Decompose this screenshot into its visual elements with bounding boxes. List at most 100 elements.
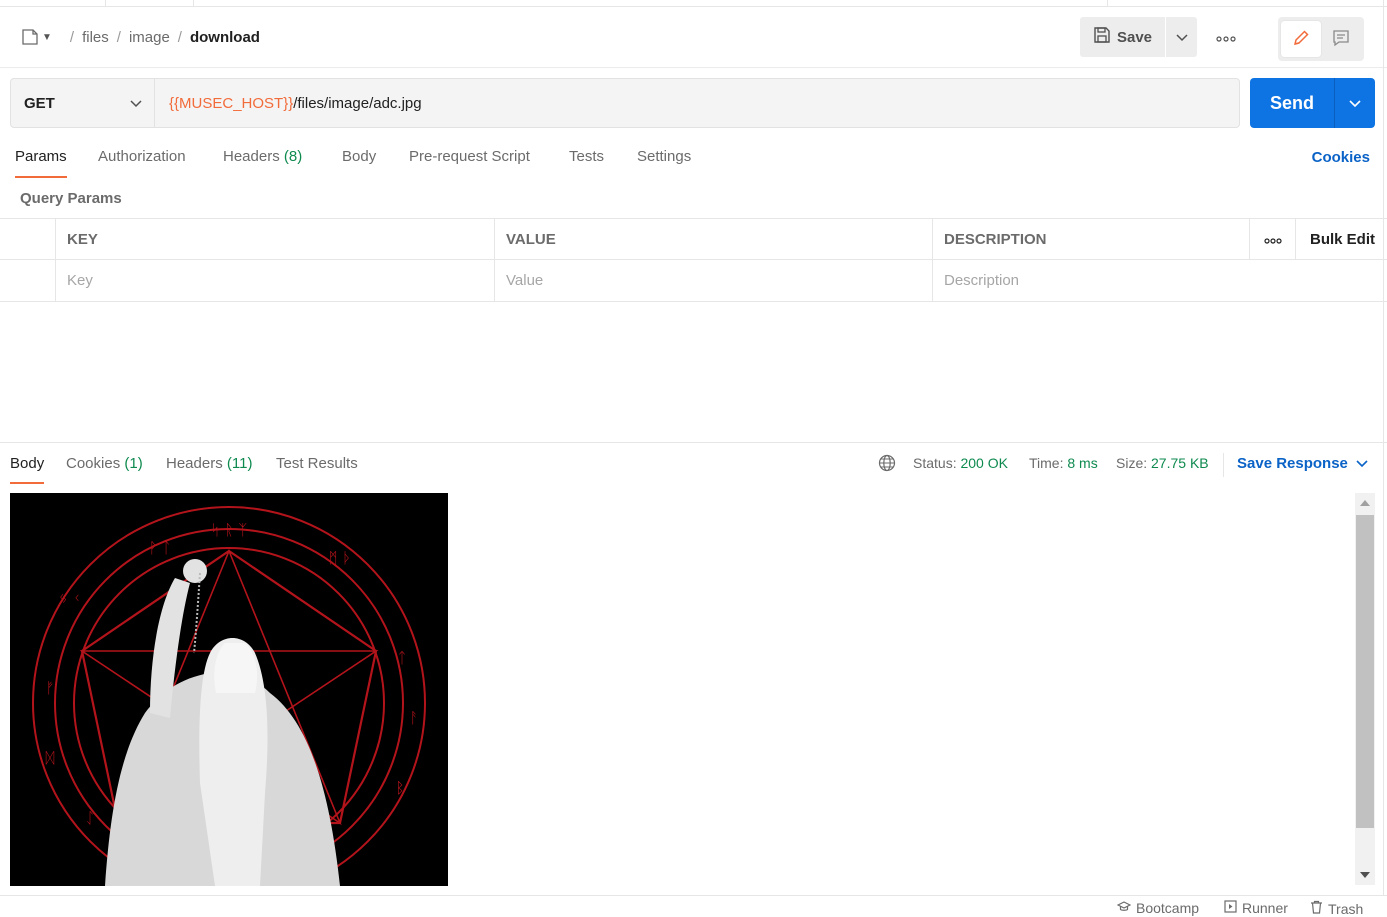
status-value: 200 OK xyxy=(960,455,1008,471)
tab-headers[interactable]: Headers (8) xyxy=(223,148,302,178)
pane-divider xyxy=(1383,0,1384,895)
svg-text:ᛗ ᚦ: ᛗ ᚦ xyxy=(329,549,352,567)
ellipsis-icon xyxy=(1216,29,1236,45)
tab-authorization[interactable]: Authorization xyxy=(98,148,186,178)
key-input[interactable]: Key xyxy=(55,260,494,301)
description-input[interactable]: Description xyxy=(932,260,1383,301)
url-variable: {{MUSEC_HOST}} xyxy=(169,94,294,112)
breadcrumb-separator: / xyxy=(177,28,182,46)
send-options-button[interactable] xyxy=(1334,78,1375,128)
tab-settings[interactable]: Settings xyxy=(637,148,691,178)
size-value: 27.75 KB xyxy=(1151,455,1209,471)
trash-button[interactable]: Trash xyxy=(1310,900,1363,917)
chevron-down-icon xyxy=(130,95,142,112)
url-bar: GET {{MUSEC_HOST}}/files/image/adc.jpg xyxy=(10,78,1240,128)
headers-count: (8) xyxy=(283,148,303,165)
table-row: Key Value Description xyxy=(0,260,1387,302)
cookies-link[interactable]: Cookies xyxy=(1312,149,1370,166)
caret-down-icon[interactable]: ▼ xyxy=(42,32,52,43)
comment-icon xyxy=(1331,28,1351,51)
scrollbar-thumb[interactable] xyxy=(1356,515,1374,828)
column-header-value: VALUE xyxy=(494,219,932,260)
runner-button[interactable]: Runner xyxy=(1224,900,1288,916)
save-group: Save xyxy=(1080,17,1197,57)
save-options-button[interactable] xyxy=(1166,17,1197,57)
svg-text:ᛃ ᚲ: ᛃ ᚲ xyxy=(59,589,82,607)
tab-tests[interactable]: Tests xyxy=(569,148,604,178)
svg-text:ᚠ: ᚠ xyxy=(45,679,54,697)
table-more-button[interactable] xyxy=(1249,219,1295,260)
response-cookies-count: (1) xyxy=(124,455,143,472)
chevron-down-icon xyxy=(1175,29,1188,45)
time-value: 8 ms xyxy=(1067,455,1098,471)
request-icon[interactable] xyxy=(20,27,40,47)
edit-mode-button[interactable] xyxy=(1281,21,1321,57)
time-readout[interactable]: Time: 8 ms xyxy=(1029,455,1098,471)
request-header: ▼ / files / image / download Save xyxy=(0,7,1387,68)
response-headers-count: (11) xyxy=(226,455,253,472)
size-readout[interactable]: Size: 27.75 KB xyxy=(1116,455,1209,471)
tab-edge xyxy=(193,0,194,7)
view-mode-toggle xyxy=(1278,17,1364,61)
ellipsis-icon xyxy=(1264,231,1282,248)
svg-text:ᛋ ᚱ ᛉ: ᛋ ᚱ ᛉ xyxy=(211,521,248,539)
tab-edge xyxy=(105,0,106,7)
time-label: Time: xyxy=(1029,455,1064,471)
response-tab-cookies[interactable]: Cookies (1) xyxy=(66,455,143,484)
breadcrumb-item-image[interactable]: image xyxy=(129,29,170,46)
save-label: Save xyxy=(1116,28,1153,46)
response-tab-headers[interactable]: Headers (11) xyxy=(166,455,252,484)
status-readout[interactable]: Status: 200 OK xyxy=(913,455,1008,471)
svg-text:ᛏ: ᛏ xyxy=(397,649,406,667)
column-header-key: KEY xyxy=(55,219,494,260)
top-tab-strip xyxy=(0,0,1387,7)
save-button[interactable]: Save xyxy=(1080,17,1165,57)
pencil-icon xyxy=(1291,28,1311,51)
more-actions-button[interactable] xyxy=(1209,25,1243,49)
svg-text:ᛞ: ᛞ xyxy=(45,749,54,767)
scroll-up-arrow-icon[interactable] xyxy=(1360,500,1370,506)
breadcrumb-separator: / xyxy=(116,28,121,46)
chevron-down-icon xyxy=(1356,455,1368,472)
bootcamp-button[interactable]: Bootcamp xyxy=(1116,900,1200,916)
breadcrumb-item-files[interactable]: files xyxy=(82,29,109,46)
response-scrollbar[interactable] xyxy=(1355,493,1375,885)
response-headers-label: Headers xyxy=(166,455,223,472)
save-response-button[interactable]: Save Response xyxy=(1237,455,1368,472)
tab-prerequest-script[interactable]: Pre-request Script xyxy=(409,148,530,178)
breadcrumb-current[interactable]: download xyxy=(190,29,260,46)
preview-image: ᛋ ᚱ ᛉ ᛗ ᚦ ᛏ ᚨ ᛒ ᛃ ᚲ ᚠ ᛞ ᛇ ᚹ ᛚ xyxy=(10,493,448,886)
scroll-down-arrow-icon[interactable] xyxy=(1360,872,1370,878)
svg-text:ᛇ: ᛇ xyxy=(85,809,94,827)
globe-icon[interactable] xyxy=(878,454,896,475)
column-header-description: DESCRIPTION xyxy=(932,219,1249,260)
value-input[interactable]: Value xyxy=(494,260,932,301)
send-button[interactable]: Send xyxy=(1250,78,1334,128)
status-label: Status: xyxy=(913,455,957,471)
response-tab-body[interactable]: Body xyxy=(10,455,45,484)
trash-icon xyxy=(1310,900,1323,917)
tab-params[interactable]: Params xyxy=(15,148,67,178)
send-group: Send xyxy=(1250,78,1375,128)
bootcamp-label: Bootcamp xyxy=(1136,900,1200,916)
request-tabs: Params Authorization Headers (8) Body Pr… xyxy=(0,140,1387,180)
runner-icon xyxy=(1224,900,1237,916)
chevron-down-icon xyxy=(1349,95,1361,111)
svg-text:ᚨ: ᚨ xyxy=(409,709,418,727)
bulk-edit-button[interactable]: Bulk Edit xyxy=(1295,219,1383,260)
response-cookies-label: Cookies xyxy=(66,455,121,472)
query-params-table: KEY VALUE DESCRIPTION Bulk Edit Key Valu… xyxy=(0,218,1387,302)
comments-mode-button[interactable] xyxy=(1321,21,1361,57)
trash-label: Trash xyxy=(1328,900,1364,917)
graduation-cap-icon xyxy=(1116,900,1132,916)
response-image-preview: ᛋ ᚱ ᛉ ᛗ ᚦ ᛏ ᚨ ᛒ ᛃ ᚲ ᚠ ᛞ ᛇ ᚹ ᛚ xyxy=(10,493,448,886)
tab-headers-label: Headers xyxy=(223,148,280,165)
response-tab-test-results[interactable]: Test Results xyxy=(276,455,358,484)
url-input[interactable]: {{MUSEC_HOST}}/files/image/adc.jpg xyxy=(155,79,1239,127)
method-select[interactable]: GET xyxy=(11,79,155,127)
table-header-row: KEY VALUE DESCRIPTION Bulk Edit xyxy=(0,218,1387,260)
method-label: GET xyxy=(24,94,55,112)
runner-label: Runner xyxy=(1242,900,1288,916)
tab-body[interactable]: Body xyxy=(342,148,376,178)
response-bar: Body Cookies (1) Headers (11) Test Resul… xyxy=(0,442,1387,490)
